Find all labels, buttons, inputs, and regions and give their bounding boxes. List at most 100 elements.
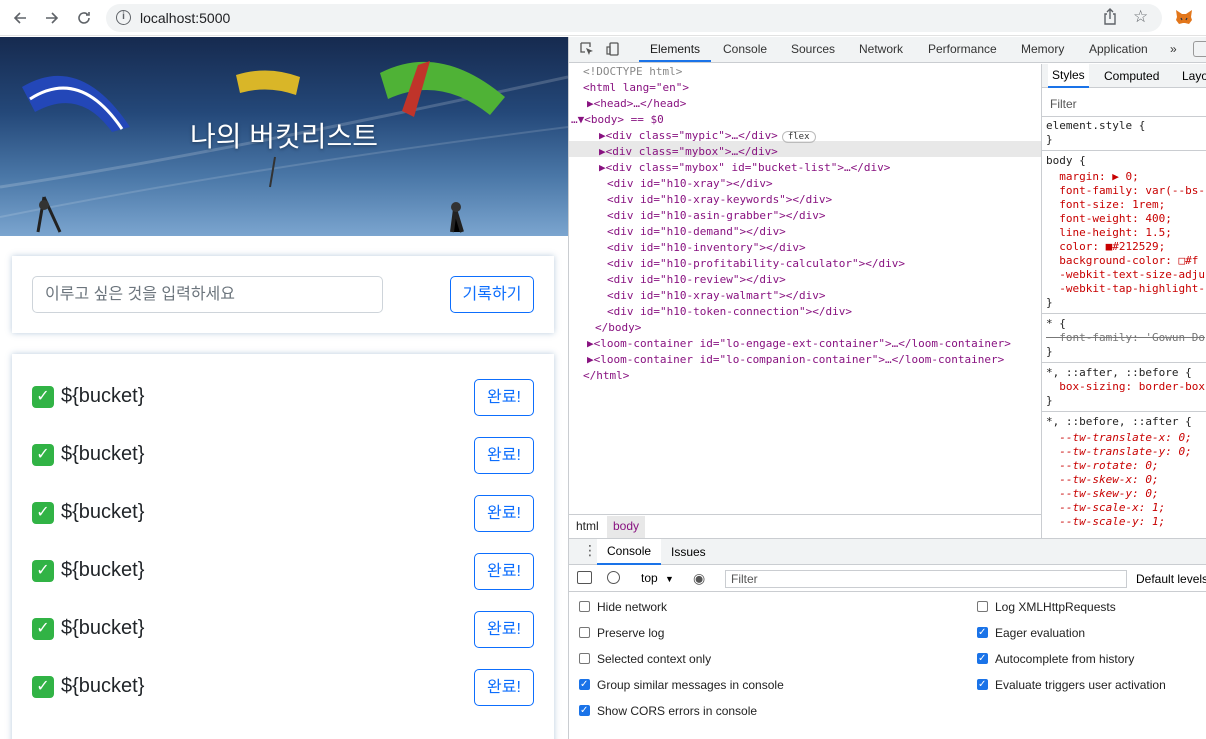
tab-computed[interactable]: Computed xyxy=(1104,69,1159,83)
metamask-fox-icon[interactable] xyxy=(1174,7,1194,27)
checkbox-checked[interactable] xyxy=(579,677,590,693)
back-icon[interactable] xyxy=(8,6,32,30)
style-line[interactable]: -webkit-tap-highlight- xyxy=(1046,282,1205,296)
bucket-item: ✓ ${bucket} 완료! xyxy=(32,437,534,474)
tab-network[interactable]: Network xyxy=(859,42,903,56)
tab-memory[interactable]: Memory xyxy=(1021,42,1064,56)
dom-line[interactable]: <div id="h10-xray"></div> xyxy=(607,176,773,192)
checkbox-checked[interactable] xyxy=(977,651,988,667)
style-line[interactable]: --tw-skew-y: 0; xyxy=(1046,487,1158,501)
dom-line[interactable]: ▶<loom-container id="lo-engage-ext-conta… xyxy=(587,336,1011,352)
settings-fragment-icon[interactable] xyxy=(1193,41,1206,57)
dom-line[interactable]: <div id="h10-xray-walmart"></div> xyxy=(607,288,826,304)
hero-banner: 나의 버킷리스트 xyxy=(0,37,568,236)
style-line[interactable]: line-height: 1.5; xyxy=(1046,226,1172,240)
tab-application[interactable]: Application xyxy=(1089,42,1148,56)
style-line[interactable]: background-color: □#f xyxy=(1046,254,1198,268)
done-button[interactable]: 완료! xyxy=(474,669,534,706)
style-line[interactable]: * { xyxy=(1046,317,1066,331)
style-line[interactable]: box-sizing: border-box xyxy=(1046,380,1205,394)
default-levels-dropdown[interactable]: Default levels xyxy=(1136,572,1206,586)
style-line[interactable]: --tw-scale-y: 1; xyxy=(1046,515,1165,529)
device-toggle-icon[interactable] xyxy=(605,41,621,57)
done-button[interactable]: 완료! xyxy=(474,495,534,532)
checkbox-checked[interactable] xyxy=(977,625,988,641)
drawer-tab-issues[interactable]: Issues xyxy=(671,545,706,559)
dom-line[interactable]: <!DOCTYPE html> xyxy=(583,64,682,80)
style-line[interactable]: margin: ▶ 0; xyxy=(1046,170,1138,184)
dom-line[interactable]: <div id="h10-demand"></div> xyxy=(607,224,786,240)
checkbox[interactable] xyxy=(977,601,988,612)
dom-line[interactable]: <div id="h10-profitability-calculator"><… xyxy=(607,256,905,272)
dom-line[interactable]: …▼<body> == $0 xyxy=(571,112,664,128)
dom-line[interactable]: </body> xyxy=(595,320,641,336)
style-line[interactable]: --tw-translate-y: 0; xyxy=(1046,445,1191,459)
dom-line[interactable]: ▶<div class="mybox">…</div> xyxy=(599,144,778,160)
style-line[interactable]: font-weight: 400; xyxy=(1046,212,1172,226)
breadcrumb-html[interactable]: html xyxy=(576,519,599,533)
style-line[interactable]: --tw-translate-x: 0; xyxy=(1046,431,1191,445)
done-button[interactable]: 완료! xyxy=(474,553,534,590)
console-filter-input[interactable]: Filter xyxy=(725,570,1127,588)
tab-overflow[interactable]: » xyxy=(1170,42,1177,56)
style-line[interactable]: color: ■#212529; xyxy=(1046,240,1165,254)
style-line[interactable]: element.style { xyxy=(1046,119,1145,133)
style-line: } xyxy=(1046,296,1053,309)
dom-line[interactable]: ▶<div class="mypic">…</div> flex xyxy=(599,128,816,144)
reload-icon[interactable] xyxy=(72,6,96,30)
tab-layout[interactable]: Layo xyxy=(1182,69,1206,83)
tab-styles[interactable]: Styles xyxy=(1048,64,1089,88)
dom-line[interactable]: <html lang="en"> xyxy=(583,80,689,96)
bookmark-star-icon[interactable]: ☆ xyxy=(1133,7,1148,27)
address-bar[interactable]: i localhost:5000 ☆ xyxy=(106,4,1162,32)
dom-line[interactable]: <div id="h10-token-connection"></div> xyxy=(607,304,852,320)
dom-line[interactable]: ▶<loom-container id="lo-companion-contai… xyxy=(587,352,1004,368)
dom-line[interactable]: <div id="h10-review"></div> xyxy=(607,272,786,288)
forward-icon[interactable] xyxy=(40,6,64,30)
done-button[interactable]: 완료! xyxy=(474,379,534,416)
styles-filter-input[interactable]: Filter xyxy=(1046,94,1202,114)
site-info-icon[interactable]: i xyxy=(116,10,131,25)
tab-sources[interactable]: Sources xyxy=(791,42,835,56)
checkbox[interactable] xyxy=(579,627,590,638)
sidebar-toggle-icon[interactable] xyxy=(577,571,592,584)
drawer-tab-console[interactable]: Console xyxy=(597,539,662,565)
style-line[interactable]: --tw-rotate: 0; xyxy=(1046,459,1158,473)
option-label: Group similar messages in console xyxy=(597,678,784,692)
context-selector[interactable]: top ▼ xyxy=(641,571,674,585)
flex-badge[interactable]: flex xyxy=(781,131,816,143)
drawer-menu-icon[interactable]: ⋮ xyxy=(583,542,597,559)
record-button[interactable]: 기록하기 xyxy=(450,276,534,313)
style-line[interactable]: -webkit-text-size-adju xyxy=(1046,268,1205,282)
dom-line[interactable]: ▶<head>…</head> xyxy=(587,96,686,112)
dom-line[interactable]: <div id="h10-inventory"></div> xyxy=(607,240,806,256)
inspect-element-icon[interactable] xyxy=(579,41,595,57)
dom-line[interactable]: </html> xyxy=(583,368,629,384)
style-line[interactable]: body { xyxy=(1046,154,1086,168)
style-line[interactable]: *, ::after, ::before { xyxy=(1046,366,1192,380)
style-line[interactable]: *, ::before, ::after { xyxy=(1046,415,1192,429)
checkbox-checked[interactable] xyxy=(977,677,988,693)
tab-elements[interactable]: Elements xyxy=(650,42,700,56)
style-line: } xyxy=(1046,345,1053,358)
dom-line[interactable]: ▶<div class="mybox" id="bucket-list">…</… xyxy=(599,160,890,176)
tab-performance[interactable]: Performance xyxy=(928,42,997,56)
tab-console[interactable]: Console xyxy=(723,42,767,56)
done-button[interactable]: 완료! xyxy=(474,611,534,648)
style-line[interactable]: --tw-skew-x: 0; xyxy=(1046,473,1158,487)
style-line[interactable]: font-family: 'Gowun Do xyxy=(1046,331,1205,345)
checkbox-checked[interactable] xyxy=(579,703,590,719)
dom-line[interactable]: <div id="h10-asin-grabber"></div> xyxy=(607,208,826,224)
breadcrumb-body[interactable]: body xyxy=(607,516,646,538)
style-line[interactable]: --tw-scale-x: 1; xyxy=(1046,501,1165,515)
bucket-input[interactable]: 이루고 싶은 것을 입력하세요 xyxy=(32,276,383,313)
dom-line[interactable]: <div id="h10-xray-keywords"></div> xyxy=(607,192,832,208)
done-button[interactable]: 완료! xyxy=(474,437,534,474)
share-icon[interactable] xyxy=(1102,8,1122,28)
checkbox[interactable] xyxy=(579,653,590,664)
style-line[interactable]: font-size: 1rem; xyxy=(1046,198,1165,212)
clear-console-icon[interactable] xyxy=(607,571,620,584)
checkbox[interactable] xyxy=(579,601,590,612)
style-line[interactable]: font-family: var(--bs- xyxy=(1046,184,1205,198)
eye-icon[interactable]: ◉ xyxy=(693,571,705,585)
